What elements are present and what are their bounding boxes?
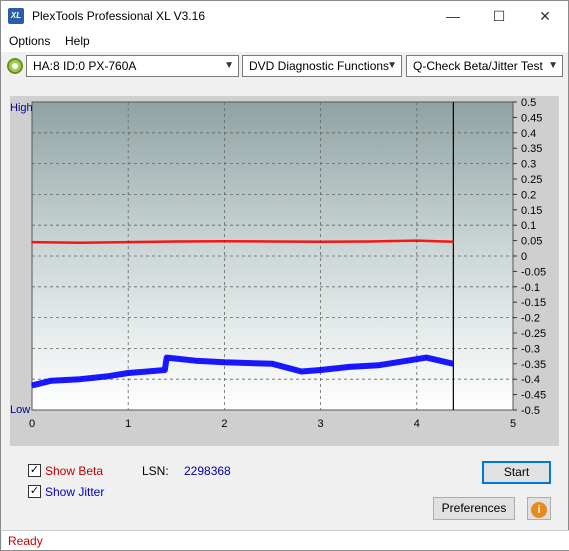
data-point (406, 359, 408, 362)
app-window: XL PlexTools Professional XL V3.16 — ☐ ✕… (0, 0, 569, 551)
data-point (146, 370, 149, 373)
show-jitter-label[interactable]: Show Jitter (45, 485, 104, 499)
data-point (79, 378, 81, 381)
y-tick-label: -0.15 (521, 297, 546, 309)
data-point (367, 240, 370, 243)
data-point (223, 361, 226, 364)
y-tick-label: 0.5 (521, 97, 536, 109)
x-tick-label: 5 (510, 418, 516, 430)
y-tick-label: 0.1 (521, 220, 536, 232)
check-icon: ✓ (29, 464, 40, 476)
function-select[interactable]: DVD Diagnostic Functions ▼ (242, 55, 402, 77)
lsn-value: 2298368 (184, 464, 231, 478)
y-tick-label: 0.35 (521, 143, 542, 155)
menu-options[interactable]: Options (9, 34, 50, 48)
y-tick-label: 0.25 (521, 174, 542, 186)
app-logo-icon: XL (8, 8, 24, 24)
y-tick-label: -0.1 (521, 282, 540, 294)
y-tick-label: -0.25 (521, 328, 546, 340)
data-point (271, 363, 274, 365)
low-label: Low (10, 404, 30, 416)
x-tick-label: 4 (414, 418, 420, 430)
info-button[interactable]: i (527, 497, 551, 520)
beta-jitter-chart: 0 1 2 3 4 5 0.5 0.45 0.4 0.35 0.3 0.25 0.2 0.15 0.1 0.0… (10, 97, 546, 430)
test-select-value: Q-Check Beta/Jitter Test (413, 59, 543, 73)
chevron-down-icon: ▼ (224, 60, 234, 71)
data-point (348, 366, 351, 368)
chevron-down-icon: ▼ (387, 60, 397, 71)
chevron-down-icon: ▼ (548, 60, 558, 71)
data-point (50, 379, 53, 382)
status-bar: Ready (2, 530, 569, 550)
data-point (108, 375, 110, 377)
y-tick-label: 0.3 (521, 159, 536, 171)
drive-select[interactable]: HA:8 ID:0 PX-760A ▼ (26, 55, 239, 77)
data-point (425, 356, 428, 359)
y-tick-label: 0.15 (521, 205, 542, 217)
menu-bar: Options Help (1, 31, 568, 52)
show-beta-label[interactable]: Show Beta (45, 464, 103, 478)
title-bar: XL PlexTools Professional XL V3.16 — ☐ ✕ (1, 1, 568, 31)
data-point (300, 370, 303, 373)
x-tick-label: 3 (318, 418, 324, 430)
x-tick-label: 2 (221, 418, 227, 430)
disc-drive-icon (7, 58, 23, 74)
data-point (163, 369, 166, 371)
function-select-value: DVD Diagnostic Functions (249, 59, 390, 73)
minimize-button[interactable]: — (430, 1, 476, 31)
y-tick-label: 0.2 (521, 189, 536, 201)
chart-panel: 0 1 2 3 4 5 0.5 0.45 0.4 0.35 0.3 0.25 0.2 0.15 0.1 0.0… (10, 96, 559, 446)
lsn-label: LSN: (142, 464, 169, 478)
y-tick-label: -0.4 (521, 374, 540, 386)
window-title: PlexTools Professional XL V3.16 (32, 9, 205, 23)
toolbar: HA:8 ID:0 PX-760A ▼ DVD Diagnostic Funct… (1, 53, 568, 79)
data-point (416, 239, 418, 242)
options-panel: ✓ Show Beta ✓ Show Jitter LSN: 2298368 S… (10, 451, 559, 526)
close-button[interactable]: ✕ (522, 1, 568, 31)
x-tick-label: 0 (29, 418, 35, 430)
y-tick-label: -0.45 (521, 390, 546, 402)
data-point (31, 241, 33, 243)
y-tick-label: -0.5 (521, 405, 540, 417)
data-point (31, 384, 33, 387)
y-tick-label: 0.4 (521, 128, 536, 140)
y-tick-label: 0.05 (521, 236, 542, 248)
data-point (127, 241, 129, 243)
info-icon: i (531, 502, 547, 518)
y-tick-label: -0.05 (521, 266, 546, 278)
y-tick-label: 0.45 (521, 112, 542, 124)
show-jitter-checkbox[interactable]: ✓ (28, 485, 41, 498)
show-beta-checkbox[interactable]: ✓ (28, 464, 41, 477)
data-point (319, 369, 322, 371)
y-tick-label: -0.35 (521, 359, 546, 371)
check-icon: ✓ (29, 485, 40, 497)
data-point (79, 241, 81, 244)
data-point (127, 372, 129, 374)
status-text: Ready (8, 534, 43, 548)
y-tick-label: -0.3 (521, 343, 540, 355)
drive-select-value: HA:8 ID:0 PX-760A (33, 59, 137, 73)
menu-help[interactable]: Help (65, 34, 90, 48)
preferences-button[interactable]: Preferences (433, 497, 515, 520)
data-point (377, 364, 380, 367)
data-point (175, 240, 178, 243)
data-point (223, 240, 226, 243)
data-point (271, 240, 274, 243)
y-tick-label: -0.2 (521, 313, 540, 325)
y-tick-label: 0 (521, 251, 527, 263)
data-point (319, 241, 322, 243)
data-point (194, 359, 197, 362)
data-point (165, 356, 168, 359)
data-point (452, 363, 455, 365)
data-point (452, 241, 455, 243)
x-tick-label: 1 (125, 418, 131, 430)
high-label: High (10, 102, 33, 114)
test-select[interactable]: Q-Check Beta/Jitter Test ▼ (406, 55, 563, 77)
maximize-button[interactable]: ☐ (476, 1, 522, 31)
start-button[interactable]: Start (482, 461, 551, 484)
